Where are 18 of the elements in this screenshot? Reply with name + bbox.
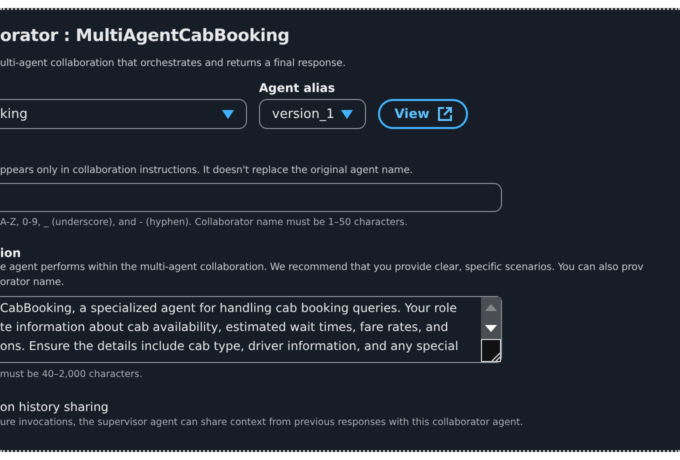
alias-label: Agent alias xyxy=(259,81,336,95)
external-link-icon xyxy=(438,107,452,121)
name-hint: A-Z, 0-9, _ (underscore), and - (hyphen). Collaborator name must be 1–50 characters. xyxy=(0,216,409,230)
agent-select[interactable]: king xyxy=(0,99,247,129)
name-field[interactable] xyxy=(0,183,502,212)
instructions-description: e agent performs within the multi-agent collaboration. We recommend that you provide clear, specific scenarios. You can also prov xyxy=(0,261,644,275)
caret-icon xyxy=(222,110,234,118)
name-description: ppears only in collaboration instructions. It doesn't replace the original agent name. xyxy=(0,164,414,178)
history-description: ure invocations, the supervisor agent can share context from previous responses with this collaborator agent. xyxy=(0,416,524,430)
page-description: ulti-agent collaboration that orchestrates and returns a final response. xyxy=(0,57,347,71)
caret-icon xyxy=(341,110,353,118)
alias-select[interactable]: version_1 xyxy=(259,99,366,129)
view-button[interactable]: View xyxy=(378,99,468,129)
page-title: orator : MultiAgentCabBooking xyxy=(0,26,290,46)
history-label: on history sharing xyxy=(0,400,110,414)
instructions-hint: must be 40–2,000 characters. xyxy=(0,368,144,382)
instructions-label: ion xyxy=(0,246,22,260)
instructions-description: orator name. xyxy=(0,276,66,290)
